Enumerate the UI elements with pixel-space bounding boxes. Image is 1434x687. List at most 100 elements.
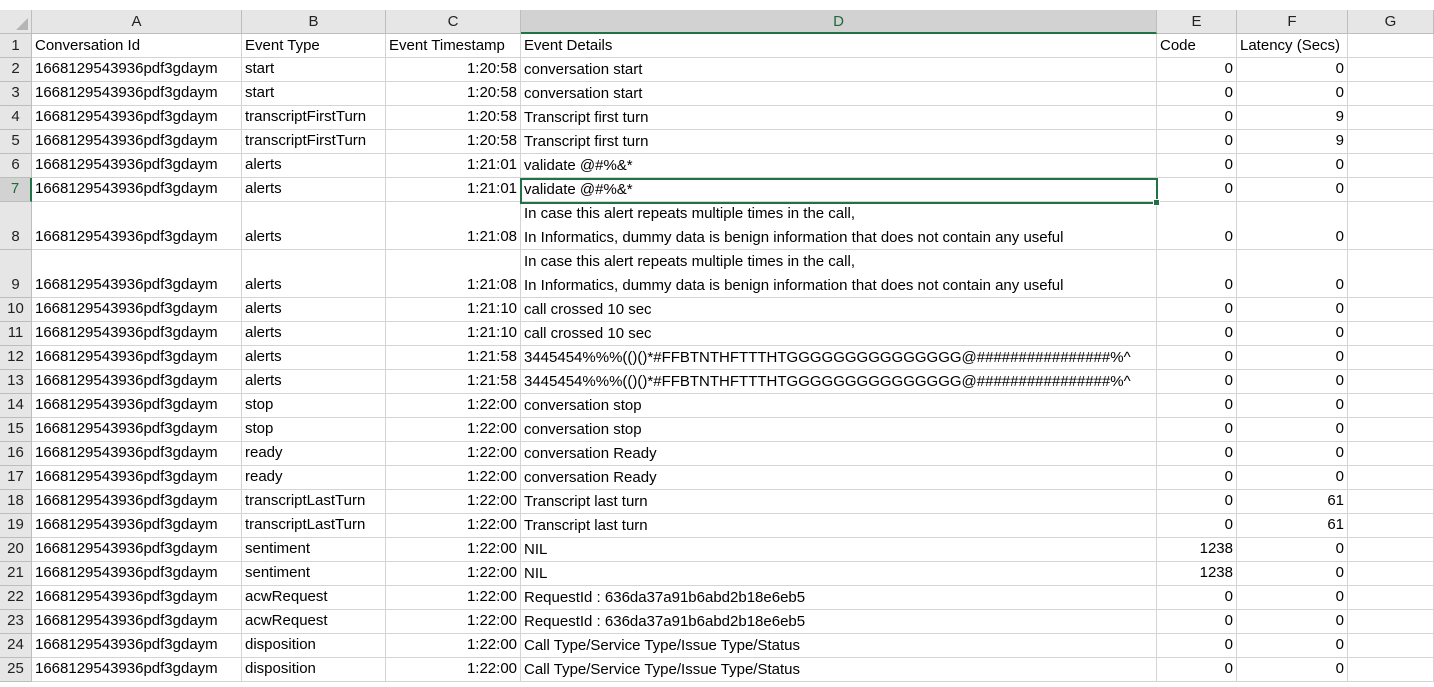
- row-header-21[interactable]: 21: [0, 562, 32, 586]
- column-header-e[interactable]: E: [1157, 10, 1237, 34]
- cell-event-timestamp[interactable]: 1:21:01: [386, 154, 521, 178]
- header-cell-d[interactable]: Event Details: [521, 34, 1157, 58]
- cell-event-timestamp[interactable]: 1:21:08: [386, 202, 521, 250]
- cell-empty-g[interactable]: [1348, 322, 1434, 346]
- cell-latency[interactable]: 0: [1237, 250, 1348, 298]
- cell-empty-g[interactable]: [1348, 298, 1434, 322]
- row-header-8[interactable]: 8: [0, 202, 32, 250]
- cell-event-timestamp[interactable]: 1:22:00: [386, 490, 521, 514]
- cell-latency[interactable]: 0: [1237, 442, 1348, 466]
- row-header-18[interactable]: 18: [0, 490, 32, 514]
- cell-event-details[interactable]: validate @#%&*: [521, 154, 1157, 178]
- cell-conversation-id[interactable]: 1668129543936pdf3gdaym: [32, 154, 242, 178]
- cell-empty-g[interactable]: [1348, 562, 1434, 586]
- cell-event-type[interactable]: acwRequest: [242, 610, 386, 634]
- cell-event-type[interactable]: ready: [242, 466, 386, 490]
- cell-latency[interactable]: 0: [1237, 658, 1348, 682]
- cell-conversation-id[interactable]: 1668129543936pdf3gdaym: [32, 658, 242, 682]
- row-header-13[interactable]: 13: [0, 370, 32, 394]
- cell-empty-g[interactable]: [1348, 418, 1434, 442]
- row-header-25[interactable]: 25: [0, 658, 32, 682]
- cell-conversation-id[interactable]: 1668129543936pdf3gdaym: [32, 346, 242, 370]
- cell-code[interactable]: 0: [1157, 466, 1237, 490]
- cell-conversation-id[interactable]: 1668129543936pdf3gdaym: [32, 130, 242, 154]
- cell-latency[interactable]: 0: [1237, 586, 1348, 610]
- cell-empty-g[interactable]: [1348, 610, 1434, 634]
- row-header-9[interactable]: 9: [0, 250, 32, 298]
- column-header-b[interactable]: B: [242, 10, 386, 34]
- cell-event-timestamp[interactable]: 1:20:58: [386, 58, 521, 82]
- cell-latency[interactable]: 0: [1237, 202, 1348, 250]
- cell-latency[interactable]: 0: [1237, 394, 1348, 418]
- cell-event-type[interactable]: ready: [242, 442, 386, 466]
- column-header-g[interactable]: G: [1348, 10, 1434, 34]
- cell-event-timestamp[interactable]: 1:21:08: [386, 250, 521, 298]
- cell-latency[interactable]: 0: [1237, 610, 1348, 634]
- cell-event-timestamp[interactable]: 1:21:58: [386, 346, 521, 370]
- cell-event-details[interactable]: RequestId : 636da37a91b6abd2b18e6eb5: [521, 610, 1157, 634]
- cell-event-timestamp[interactable]: 1:22:00: [386, 538, 521, 562]
- cell-event-details[interactable]: Call Type/Service Type/Issue Type/Status: [521, 658, 1157, 682]
- cell-conversation-id[interactable]: 1668129543936pdf3gdaym: [32, 250, 242, 298]
- cell-empty-g[interactable]: [1348, 658, 1434, 682]
- cell-event-details[interactable]: conversation start: [521, 82, 1157, 106]
- column-header-f[interactable]: F: [1237, 10, 1348, 34]
- cell-conversation-id[interactable]: 1668129543936pdf3gdaym: [32, 538, 242, 562]
- cell-code[interactable]: 0: [1157, 394, 1237, 418]
- cell-conversation-id[interactable]: 1668129543936pdf3gdaym: [32, 562, 242, 586]
- cell-empty-g[interactable]: [1348, 514, 1434, 538]
- cell-code[interactable]: 1238: [1157, 538, 1237, 562]
- cell-conversation-id[interactable]: 1668129543936pdf3gdaym: [32, 514, 242, 538]
- cell-event-details[interactable]: conversation Ready: [521, 442, 1157, 466]
- cell-event-type[interactable]: transcriptLastTurn: [242, 490, 386, 514]
- row-header-19[interactable]: 19: [0, 514, 32, 538]
- cell-event-details[interactable]: Call Type/Service Type/Issue Type/Status: [521, 634, 1157, 658]
- row-header-14[interactable]: 14: [0, 394, 32, 418]
- row-header-1[interactable]: 1: [0, 34, 32, 58]
- cell-empty-g[interactable]: [1348, 58, 1434, 82]
- row-header-17[interactable]: 17: [0, 466, 32, 490]
- header-cell-c[interactable]: Event Timestamp: [386, 34, 521, 58]
- cell-code[interactable]: 0: [1157, 370, 1237, 394]
- row-header-2[interactable]: 2: [0, 58, 32, 82]
- row-header-5[interactable]: 5: [0, 130, 32, 154]
- cell-event-type[interactable]: alerts: [242, 298, 386, 322]
- cell-event-timestamp[interactable]: 1:22:00: [386, 562, 521, 586]
- cell-latency[interactable]: 0: [1237, 418, 1348, 442]
- row-header-11[interactable]: 11: [0, 322, 32, 346]
- cell-empty-g[interactable]: [1348, 130, 1434, 154]
- cell-empty-g[interactable]: [1348, 202, 1434, 250]
- cell-event-details[interactable]: Transcript first turn: [521, 106, 1157, 130]
- cell-latency[interactable]: 0: [1237, 634, 1348, 658]
- cell-empty-g[interactable]: [1348, 154, 1434, 178]
- header-cell-a[interactable]: Conversation Id: [32, 34, 242, 58]
- cell-event-details[interactable]: conversation stop: [521, 418, 1157, 442]
- cell-code[interactable]: 0: [1157, 154, 1237, 178]
- cell-event-details[interactable]: conversation Ready: [521, 466, 1157, 490]
- cell-code[interactable]: 0: [1157, 610, 1237, 634]
- spreadsheet-grid[interactable]: ABCDEFG 1 Conversation Id Event Type Event …: [0, 0, 1434, 687]
- cell-code[interactable]: 0: [1157, 418, 1237, 442]
- cell-event-timestamp[interactable]: 1:21:10: [386, 298, 521, 322]
- cell-event-timestamp[interactable]: 1:21:10: [386, 322, 521, 346]
- cell-event-details[interactable]: NIL: [521, 562, 1157, 586]
- cell-event-timestamp[interactable]: 1:21:58: [386, 370, 521, 394]
- cell-conversation-id[interactable]: 1668129543936pdf3gdaym: [32, 634, 242, 658]
- cell-event-details[interactable]: call crossed 10 sec: [521, 322, 1157, 346]
- cell-empty-g[interactable]: [1348, 370, 1434, 394]
- cell-latency[interactable]: 0: [1237, 322, 1348, 346]
- cell-event-type[interactable]: start: [242, 58, 386, 82]
- cell-event-details[interactable]: conversation stop: [521, 394, 1157, 418]
- cell-event-type[interactable]: alerts: [242, 202, 386, 250]
- cell-latency[interactable]: 0: [1237, 346, 1348, 370]
- cell-empty-g[interactable]: [1348, 178, 1434, 202]
- cell-latency[interactable]: 0: [1237, 82, 1348, 106]
- cell-event-timestamp[interactable]: 1:22:00: [386, 394, 521, 418]
- cell-conversation-id[interactable]: 1668129543936pdf3gdaym: [32, 610, 242, 634]
- cell-event-type[interactable]: alerts: [242, 322, 386, 346]
- cell-empty-g[interactable]: [1348, 634, 1434, 658]
- cell-latency[interactable]: 0: [1237, 178, 1348, 202]
- cell-latency[interactable]: 0: [1237, 562, 1348, 586]
- cell-event-type[interactable]: stop: [242, 418, 386, 442]
- cell-event-type[interactable]: transcriptFirstTurn: [242, 106, 386, 130]
